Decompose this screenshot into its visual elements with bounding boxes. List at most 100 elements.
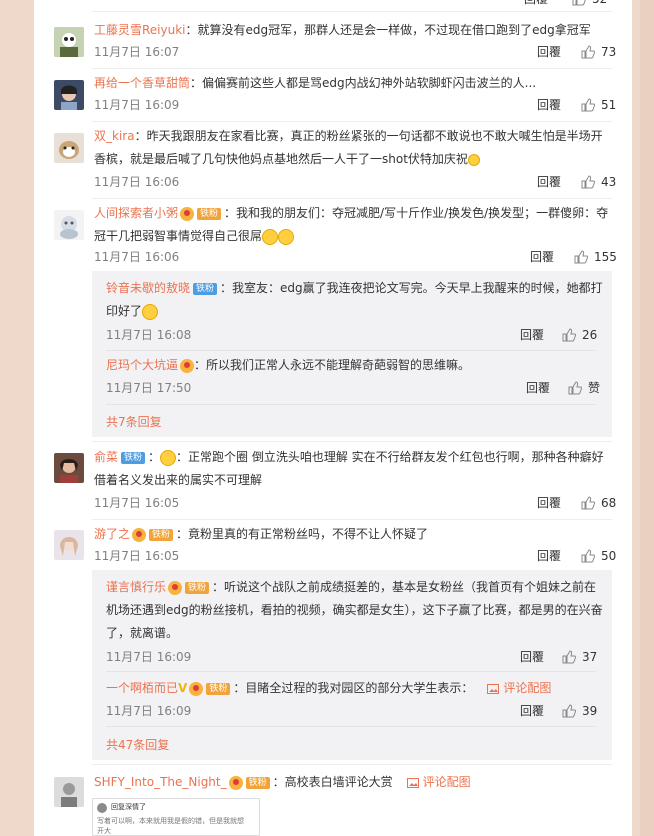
like-button[interactable]: 赞 [568, 381, 600, 395]
thumbs-up-icon [562, 328, 577, 342]
emoji-icon [160, 449, 177, 466]
cut-off-row: 回覆 52 [34, 0, 632, 6]
avatar[interactable] [54, 80, 84, 110]
more-replies-link[interactable]: 共7条回复 [106, 413, 162, 430]
like-button[interactable]: 51 [581, 98, 616, 112]
reply-button[interactable]: 回覆 [537, 496, 561, 510]
avatar[interactable] [54, 777, 84, 807]
like-button[interactable]: 155 [574, 250, 617, 264]
timestamp: 11月7日 16:06 [94, 250, 180, 264]
comment-text: ：就算没有edg冠军，那群人还是会一样做，不过现在借口跑到了edg拿冠军 [185, 23, 591, 37]
member-icon [180, 358, 195, 373]
comment-panel: 回覆 52 工藤灵雪Reiyuki：就算没有edg冠军，那群人还是会一样做，不过… [34, 0, 632, 836]
divider [92, 198, 612, 199]
username-link[interactable]: 游了之 [94, 527, 130, 541]
reply-button[interactable]: 回覆 [520, 704, 544, 718]
thumbs-up-icon [581, 175, 596, 189]
reply-body: 尼玛个大坑逼 ：所以我们正常人永远不能理解奇葩弱智的思维嘛。 [106, 354, 604, 377]
more-replies-link[interactable]: 共47条回复 [106, 736, 169, 753]
divider [92, 519, 612, 520]
username-link[interactable]: 工藤灵雪Reiyuki [94, 23, 186, 37]
username-link[interactable]: 再给一个香草甜筒 [94, 76, 190, 90]
timestamp: 11月7日 16:09 [106, 650, 192, 664]
avatar[interactable] [54, 210, 84, 240]
avatar[interactable] [54, 530, 84, 560]
comment-body: 人间探索者小粥 铁粉 ：我和我的朋友们：夺冠减肥/写十斤作业/换发色/换发型；一群傻… [94, 202, 614, 248]
avatar[interactable] [54, 133, 84, 163]
reply-text: ：目睹全过程的我对园区的部分大学生表示： [233, 681, 474, 695]
username-link[interactable]: 谨言慎行乐 [106, 580, 166, 594]
like-button[interactable]: 37 [562, 650, 597, 664]
reply-thread: 谨言慎行乐 铁粉 ：听说这个战队之前成绩挺差的，基本是女粉丝（我首页有个姐妹之前在机… [92, 570, 612, 760]
like-button[interactable]: 52 [572, 0, 607, 6]
divider [106, 350, 596, 351]
fan-badge: 铁粉 [245, 776, 270, 789]
like-button[interactable]: 68 [581, 496, 616, 510]
thumbs-up-icon [568, 381, 583, 395]
comment-image-thumbnail[interactable]: 回复深情了 写着可以啊，本来就用我是假的错，但是我就想 开大 [92, 798, 260, 836]
divider [106, 404, 596, 405]
reply-button[interactable]: 回覆 [520, 328, 544, 342]
like-count: 39 [582, 704, 598, 718]
thumb-avatar [97, 803, 107, 813]
reply-button[interactable]: 回覆 [537, 175, 561, 189]
like-button[interactable]: 73 [581, 45, 616, 59]
username-link[interactable]: 尼玛个大坑逼 [106, 358, 178, 372]
emoji-icon [262, 228, 279, 245]
comment-actions: 回覆 155 [530, 250, 617, 264]
thumbs-up-icon [572, 0, 586, 6]
like-count: 43 [601, 175, 617, 189]
comment-text: ：高校表白墙评论大赏 [272, 775, 393, 789]
username-link[interactable]: 一个啊栢而已 [106, 681, 178, 695]
thumbs-up-icon [574, 250, 589, 264]
like-button[interactable]: 43 [581, 175, 616, 189]
username-link[interactable]: 俞菜 [94, 450, 118, 464]
like-count: 赞 [588, 381, 601, 395]
like-button[interactable]: 26 [562, 328, 597, 342]
comment-image-link[interactable]: 评论配图 [487, 681, 551, 695]
fan-badge: 铁粉 [149, 528, 174, 541]
like-count: 155 [594, 250, 617, 264]
reply-button[interactable]: 回覆 [526, 381, 550, 395]
like-count: 26 [582, 328, 598, 342]
divider [106, 726, 596, 727]
divider [92, 764, 612, 765]
comment-body: SHFY_Into_The_Night_ 铁粉 ：高校表白墙评论大赏 评论配图 [94, 771, 614, 794]
reply-button[interactable]: 回覆 [537, 45, 561, 59]
avatar[interactable] [54, 27, 84, 57]
avatar[interactable] [54, 453, 84, 483]
image-icon [406, 777, 419, 788]
scrollbar[interactable] [640, 0, 654, 836]
comment-image-label: 评论配图 [503, 681, 552, 695]
comment-body: 俞菜 铁粉：：正常跑个圈 倒立洗头咱也理解 实在不行给群友发个红包也行啊，那种各种… [94, 449, 604, 487]
reply-button[interactable]: 回覆 [537, 98, 561, 112]
username-link[interactable]: 铃音未歇的敖晓 [106, 281, 190, 295]
username-link[interactable]: SHFY_Into_The_Night_ [94, 775, 227, 789]
comment-image-link[interactable]: 评论配图 [406, 775, 471, 789]
like-button[interactable]: 50 [581, 549, 616, 563]
reply-button[interactable]: 回覆 [520, 650, 544, 664]
like-button[interactable]: 39 [562, 704, 597, 718]
username-link[interactable]: 双_kira [94, 129, 135, 143]
thumb-line: 回复深情了 [111, 803, 146, 811]
reply-body: 铃音未歇的敖晓 铁粉 ：我室友：edg赢了我连夜把论文写完。今天早上我醒来的时候，她… [106, 277, 604, 323]
thumbs-up-icon [562, 704, 577, 718]
fan-badge: 铁粉 [193, 282, 218, 295]
fan-badge: 铁粉 [121, 451, 146, 464]
timestamp: 11月7日 16:05 [94, 549, 180, 563]
reply-text: ：所以我们正常人永远不能理解奇葩弱智的思维嘛。 [194, 358, 471, 372]
comment-actions: 回覆 51 [537, 98, 616, 112]
like-count: 68 [601, 496, 617, 510]
reply-button[interactable]: 回覆 [524, 0, 548, 6]
thumbs-up-icon [581, 496, 596, 510]
timestamp: 11月7日 16:08 [106, 328, 192, 342]
reply-button[interactable]: 回覆 [530, 250, 554, 264]
reply-body: 谨言慎行乐 铁粉 ：听说这个战队之前成绩挺差的，基本是女粉丝（我首页有个姐妹之前在机… [106, 576, 604, 645]
timestamp: 11月7日 16:06 [94, 175, 180, 189]
emoji-icon [467, 153, 480, 166]
fan-badge: 铁粉 [197, 207, 222, 220]
comment-actions: 回覆 50 [537, 549, 616, 563]
username-link[interactable]: 人间探索者小粥 [94, 206, 178, 220]
reply-button[interactable]: 回覆 [537, 549, 561, 563]
divider [106, 671, 596, 672]
